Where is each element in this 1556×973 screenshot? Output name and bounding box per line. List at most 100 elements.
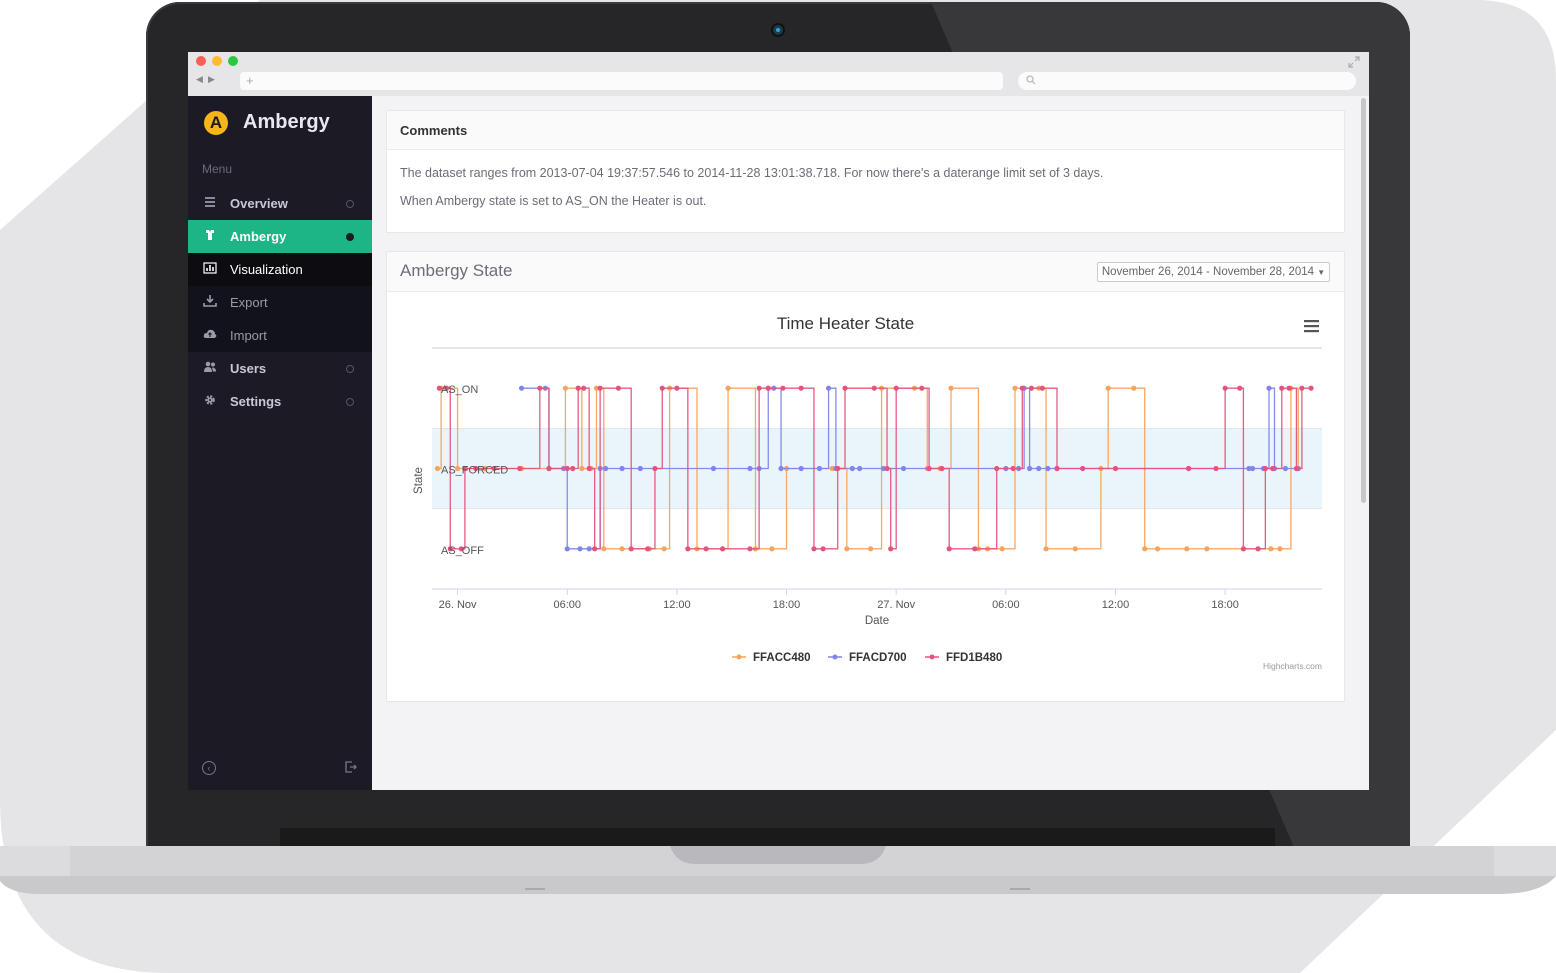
data-point — [948, 385, 954, 391]
data-point — [798, 385, 804, 391]
data-point — [1043, 546, 1049, 552]
highcharts-credits[interactable]: Highcharts.com — [1263, 661, 1322, 671]
data-point — [581, 385, 587, 391]
x-tick-label: 12:00 — [1102, 599, 1130, 611]
data-point — [1255, 546, 1261, 552]
data-point — [674, 385, 680, 391]
main-scrollbar[interactable] — [1361, 98, 1366, 503]
menu-label: Menu — [202, 162, 233, 176]
data-point — [1282, 465, 1289, 472]
data-point — [1012, 385, 1018, 391]
collapse-sidebar-icon[interactable]: ‹ — [202, 761, 216, 775]
status-dot-icon — [346, 233, 354, 241]
sidebar-item-import[interactable]: Import — [188, 319, 372, 352]
data-point — [564, 546, 570, 552]
legend-marker — [832, 654, 838, 660]
data-point — [871, 385, 877, 391]
data-point — [857, 465, 863, 472]
comments-header: Comments — [387, 111, 1344, 150]
ambergy-state-title: Ambergy State — [400, 261, 513, 280]
data-point — [637, 465, 643, 472]
new-tab-plus-icon: + — [246, 73, 254, 88]
data-point — [564, 465, 570, 472]
forward-arrow-icon[interactable]: ▶ — [208, 74, 215, 84]
data-point — [579, 465, 585, 472]
sidebar: A Ambergy Menu Overview Ambergy Visualizat… — [188, 96, 372, 790]
data-point — [900, 465, 907, 472]
data-point — [1277, 546, 1283, 552]
y-axis-title: State — [413, 467, 425, 494]
data-point — [1045, 465, 1051, 472]
sidebar-item-label: Ambergy — [230, 229, 287, 244]
sidebar-item-settings[interactable]: Settings — [188, 385, 372, 418]
data-point — [1154, 546, 1161, 552]
data-point — [597, 385, 603, 391]
data-point — [1222, 385, 1228, 391]
data-point — [1299, 385, 1305, 391]
sidebar-item-ambergy[interactable]: Ambergy — [188, 220, 372, 253]
data-point — [659, 385, 665, 391]
sidebar-item-visualization[interactable]: Visualization — [188, 253, 372, 286]
fullscreen-icon[interactable] — [1348, 56, 1360, 68]
legend-label-ffd1b480[interactable]: FFD1B480 — [946, 652, 1002, 664]
sidebar-item-label: Import — [230, 328, 267, 343]
ambergy-state-panel: Ambergy State November 26, 2014 - Novemb… — [386, 251, 1345, 702]
data-point — [756, 385, 762, 391]
data-point — [518, 385, 525, 391]
comments-panel: Comments The dataset ranges from 2013-07… — [386, 110, 1345, 233]
data-point — [562, 385, 569, 391]
data-point — [685, 546, 691, 552]
sidebar-item-label: Overview — [230, 196, 288, 211]
close-window-button[interactable] — [196, 56, 206, 66]
minimize-window-button[interactable] — [212, 56, 222, 66]
maximize-window-button[interactable] — [228, 56, 238, 66]
sidebar-item-label: Settings — [230, 394, 282, 409]
ambergy-logo-icon[interactable]: A — [204, 111, 228, 135]
sidebar-item-overview[interactable]: Overview — [188, 187, 372, 220]
brand-name[interactable]: Ambergy — [243, 111, 330, 134]
data-point — [703, 546, 709, 552]
data-point — [1105, 385, 1111, 391]
status-dot-icon — [346, 200, 354, 208]
date-range-picker[interactable]: November 26, 2014 - November 28, 2014 ▼ — [1097, 262, 1330, 282]
data-point — [994, 465, 1000, 472]
url-bar[interactable]: + — [240, 72, 1003, 90]
data-point — [710, 465, 717, 472]
x-tick-label: 27. Nov — [877, 599, 915, 611]
data-point — [619, 465, 625, 472]
data-point — [577, 546, 583, 552]
sidebar-item-label: Visualization — [230, 262, 303, 277]
sidebar-item-users[interactable]: Users — [188, 352, 372, 385]
sidebar-item-export[interactable]: Export — [188, 286, 372, 319]
data-point — [972, 546, 978, 552]
legend-label-ffacd700[interactable]: FFACD700 — [849, 652, 907, 664]
data-point — [592, 546, 598, 552]
back-arrow-icon[interactable]: ◀ — [196, 74, 203, 84]
main-content: Comments The dataset ranges from 2013-07… — [372, 96, 1369, 790]
data-point — [747, 546, 753, 552]
sidebar-item-label: Users — [230, 361, 267, 376]
browser-search-bar[interactable] — [1018, 72, 1356, 90]
data-point — [1112, 465, 1119, 472]
data-point — [769, 546, 775, 552]
data-point — [537, 385, 543, 391]
logout-icon[interactable] — [345, 761, 357, 773]
data-point — [893, 385, 899, 391]
data-point — [1028, 385, 1035, 391]
data-point — [844, 546, 850, 552]
browser-nav: ◀ ▶ — [196, 74, 236, 90]
download-icon — [203, 295, 217, 307]
legend-label-ffacc480[interactable]: FFACC480 — [753, 652, 811, 664]
chart-menu-icon[interactable] — [1304, 320, 1319, 333]
heater-state-chart: Time Heater State 26. Nov 06:00 12:00 18:00 2… — [413, 314, 1322, 671]
data-point — [765, 385, 771, 391]
comment-line-2: When Ambergy state is set to AS_ON the H… — [400, 194, 707, 208]
data-point — [719, 546, 726, 552]
data-point — [849, 465, 855, 472]
data-point — [586, 546, 592, 552]
data-point — [1079, 465, 1086, 472]
data-point — [586, 465, 592, 472]
data-point — [825, 385, 832, 391]
data-point — [1142, 546, 1148, 552]
data-point — [652, 465, 658, 472]
